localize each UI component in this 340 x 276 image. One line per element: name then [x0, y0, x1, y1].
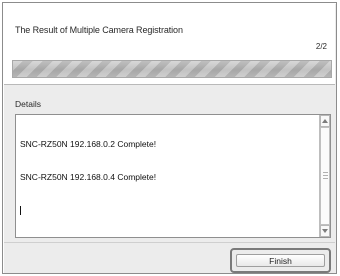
- text-caret: [20, 206, 21, 215]
- details-lines: SNC-RZ50N 192.168.0.2 Complete! SNC-RZ50…: [20, 117, 156, 237]
- scroll-up-button[interactable]: [320, 115, 330, 127]
- footer-divider: [4, 242, 335, 243]
- finish-button-focus-ring: Finish: [230, 248, 331, 273]
- scroll-up-icon: [322, 119, 328, 123]
- registration-progress-bar: [12, 60, 332, 78]
- scroll-thumb-grip: [323, 175, 328, 176]
- scroll-down-icon: [322, 229, 328, 233]
- finish-button[interactable]: Finish: [236, 254, 325, 267]
- registration-result-dialog: The Result of Multiple Camera Registrati…: [2, 2, 337, 274]
- scroll-thumb[interactable]: [320, 127, 330, 225]
- details-log[interactable]: SNC-RZ50N 192.168.0.2 Complete! SNC-RZ50…: [15, 114, 331, 238]
- scroll-down-button[interactable]: [320, 225, 330, 237]
- scroll-thumb-grip: [323, 172, 328, 173]
- scroll-thumb-grip: [323, 178, 328, 179]
- details-line: SNC-RZ50N 192.168.0.2 Complete!: [20, 139, 157, 149]
- details-label: Details: [15, 99, 41, 109]
- registration-progress-fill: [13, 61, 331, 77]
- dialog-title: The Result of Multiple Camera Registrati…: [15, 25, 183, 35]
- details-scrollbar[interactable]: [319, 115, 330, 237]
- page-counter: 2/2: [315, 42, 327, 51]
- details-line: SNC-RZ50N 192.168.0.4 Complete!: [20, 172, 157, 182]
- dialog-header: The Result of Multiple Camera Registrati…: [4, 4, 335, 85]
